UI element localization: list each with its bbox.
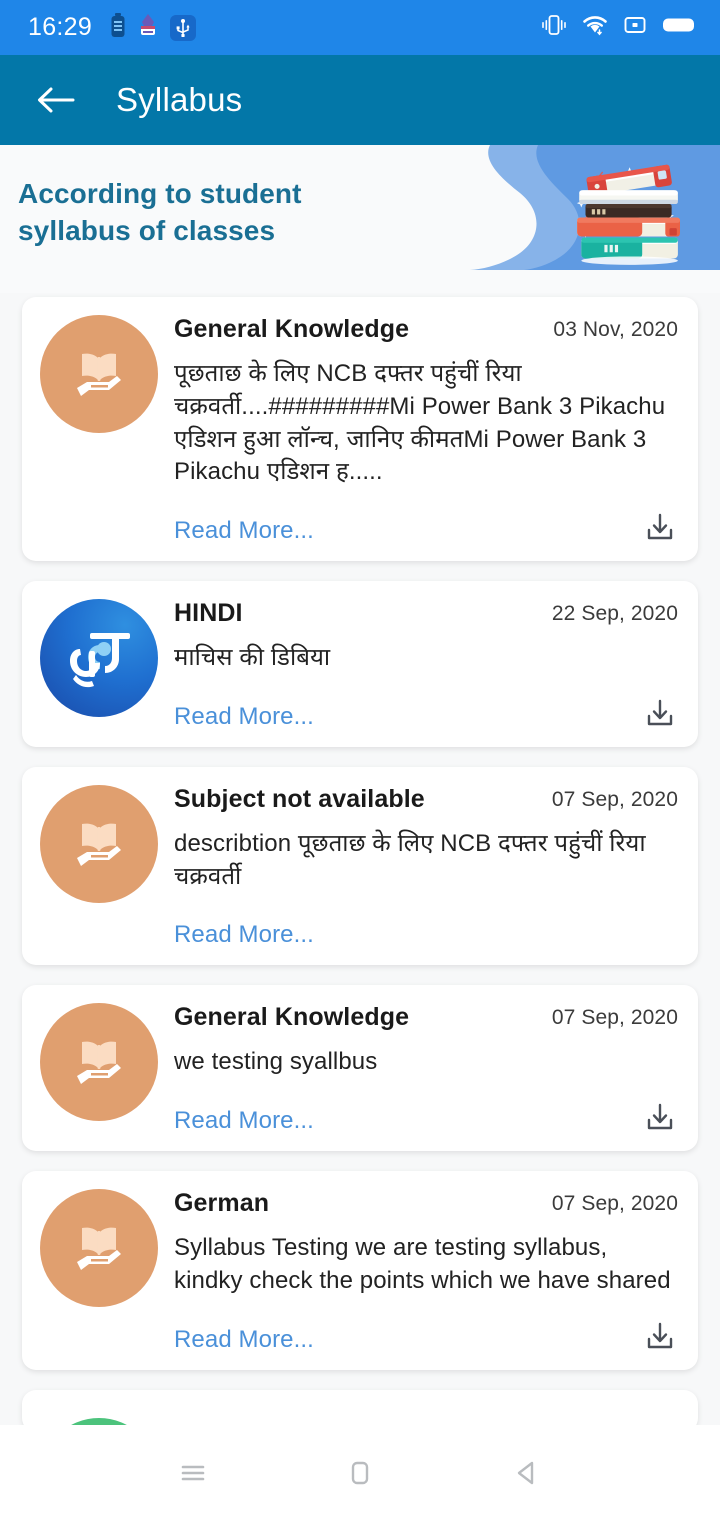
card-footer: Read More... [174, 1095, 678, 1135]
card-description: पूछताछ के लिए NCB दफ्तर पहुंचीं रिया चक्… [174, 359, 666, 486]
vibrate-icon [541, 13, 567, 42]
card-title: German [174, 1189, 270, 1217]
recent-apps-button[interactable] [163, 1443, 223, 1503]
download-button[interactable] [638, 691, 682, 735]
download-icon [647, 1322, 673, 1348]
read-more-link[interactable]: Read More... [174, 1107, 314, 1135]
syllabus-card[interactable]: HINDI 22 Sep, 2020 माचिस की डिबिया Read … [22, 581, 698, 747]
app-bar: Syllabus [0, 55, 720, 145]
book-in-hand-icon [40, 784, 158, 903]
banner-heading-line-2: syllabus of classes [18, 215, 276, 247]
status-bar: 16:29 [0, 0, 720, 55]
card-footer: Read More... [174, 505, 678, 545]
sd-card-icon [623, 13, 647, 42]
back-arrow-icon [38, 87, 75, 113]
syllabus-card[interactable]: General Knowledge 07 Sep, 2020 we testin… [22, 985, 698, 1151]
card-description: Syllabus Testing we are testing syllabus… [174, 1233, 671, 1294]
card-body: German 07 Sep, 2020 Syllabus Testing we … [174, 1189, 678, 1354]
read-more-link[interactable]: Read More... [174, 517, 314, 545]
banner-heading: According to student syllabus of classes [18, 175, 302, 249]
read-more-link[interactable]: Read More... [174, 1326, 314, 1354]
system-nav-bar [0, 1425, 720, 1520]
read-more-link[interactable]: Read More... [174, 703, 314, 731]
card-footer: Read More... [174, 1314, 678, 1354]
wifi-icon [582, 13, 608, 42]
card-body: General Knowledge 07 Sep, 2020 we testin… [174, 1003, 678, 1135]
home-button[interactable] [330, 1443, 390, 1503]
download-button[interactable] [638, 1095, 682, 1139]
card-description: we testing syallbus [174, 1048, 378, 1076]
card-footer: Read More... [174, 691, 678, 731]
hindi-letter-icon [40, 599, 158, 718]
syllabus-list[interactable]: General Knowledge 03 Nov, 2020 पूछताछ के… [0, 293, 720, 1425]
card-title: General Knowledge [174, 1003, 410, 1032]
syllabus-card[interactable]: Subject not available 07 Sep, 2020 descr… [22, 766, 698, 966]
back-button[interactable] [30, 74, 82, 126]
home-icon [351, 1461, 369, 1484]
card-date: 22 Sep, 2020 [551, 602, 678, 626]
download-icon [647, 699, 673, 726]
card-description: describtion पूछताछ के लिए NCB दफ्तर पहुं… [174, 829, 646, 890]
battery-icon [662, 13, 696, 42]
syllabus-card[interactable]: German 07 Sep, 2020 Syllabus Testing we … [22, 1171, 698, 1370]
card-date: 07 Sep, 2020 [551, 1192, 678, 1215]
card-head: General Knowledge 07 Sep, 2020 [174, 1003, 678, 1032]
card-head: HINDI 22 Sep, 2020 [174, 599, 678, 628]
download-button[interactable] [638, 505, 682, 549]
card-head: Subject not available 07 Sep, 2020 [174, 785, 678, 814]
card-title: General Knowledge [174, 315, 410, 343]
back-nav-button[interactable] [497, 1443, 557, 1503]
download-button[interactable] [638, 1314, 682, 1358]
battery-saver-icon [110, 13, 126, 42]
read-more-link[interactable]: Read More... [174, 921, 314, 949]
app-notification-icon [138, 13, 158, 42]
status-right-icons [541, 13, 696, 42]
syllabus-card[interactable]: General Knowledge 03 Nov, 2020 पूछताछ के… [22, 297, 698, 562]
download-icon [647, 1103, 673, 1130]
card-footer: Read More... [174, 909, 678, 949]
book-in-hand-icon [40, 315, 158, 433]
usb-icon [170, 14, 197, 41]
banner-heading-line-1: According to student [18, 178, 302, 209]
download-icon [647, 514, 673, 540]
syllabus-card[interactable] [22, 1389, 698, 1426]
menu-icon [182, 1465, 205, 1480]
card-head: German 07 Sep, 2020 [174, 1189, 678, 1218]
banner: According to student syllabus of classes [0, 145, 720, 293]
green-avatar-icon [40, 1417, 158, 1425]
status-time: 16:29 [28, 13, 93, 41]
card-description: माचिस की डिबिया [174, 644, 331, 671]
card-title: Subject not available [174, 784, 425, 813]
card-date: 07 Sep, 2020 [551, 787, 678, 811]
book-in-hand-icon [40, 1003, 158, 1122]
card-date: 07 Sep, 2020 [551, 1006, 678, 1030]
card-body: General Knowledge 03 Nov, 2020 पूछताछ के… [174, 315, 678, 545]
book-in-hand-icon [40, 1189, 158, 1307]
card-body [174, 1408, 678, 1426]
status-left-icons [110, 13, 197, 42]
card-title: HINDI [174, 599, 243, 628]
card-body: HINDI 22 Sep, 2020 माचिस की डिबिया Read … [174, 599, 678, 731]
banner-blob-decoration [470, 145, 720, 270]
back-triangle-icon [517, 1461, 533, 1484]
page-title: Syllabus [116, 81, 243, 118]
card-body: Subject not available 07 Sep, 2020 descr… [174, 785, 678, 950]
card-head: General Knowledge 03 Nov, 2020 [174, 315, 678, 344]
app-root: 16:29 Syllabus According to student syll… [0, 0, 720, 1520]
card-date: 03 Nov, 2020 [553, 318, 678, 341]
